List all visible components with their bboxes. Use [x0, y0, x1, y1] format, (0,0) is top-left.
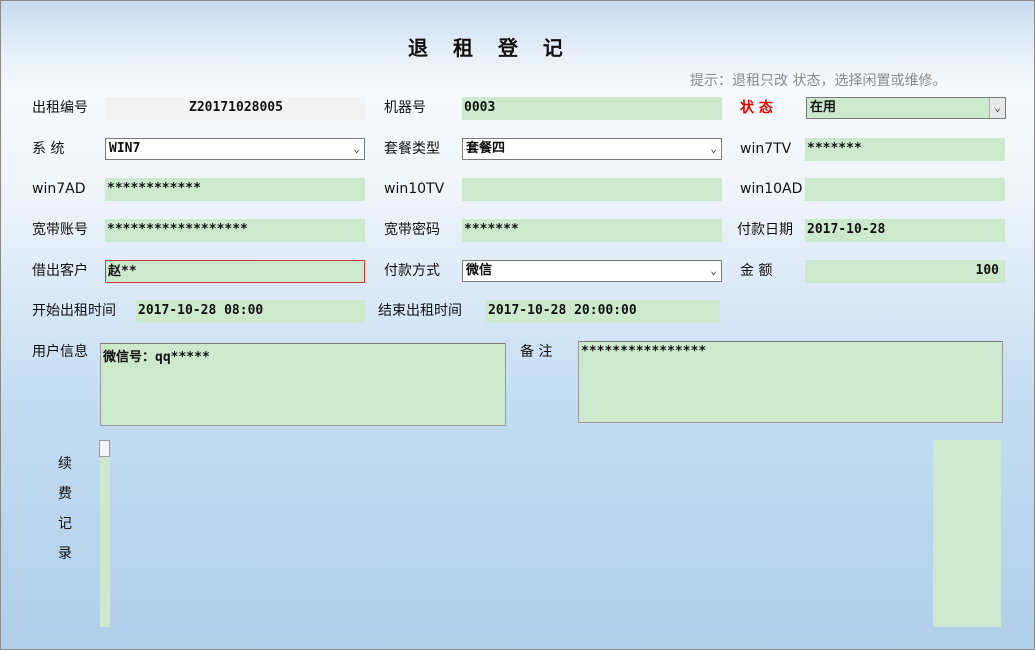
payment-method-label: 付款方式: [384, 263, 440, 279]
renewal-label-char: 记: [58, 516, 72, 532]
renewal-label: 续 费 记 录: [55, 449, 75, 569]
win7tv-label: win7TV: [740, 141, 792, 157]
renewal-label-char: 费: [58, 486, 72, 502]
machine-no-field[interactable]: 0003: [462, 97, 722, 120]
win7ad-label: win7AD: [32, 181, 86, 197]
remarks-label: 备 注: [520, 344, 553, 360]
customer-label: 借出客户: [32, 263, 88, 279]
renewal-label-char: 录: [58, 546, 72, 562]
system-value: WIN7: [109, 141, 141, 156]
payment-date-field[interactable]: 2017-10-28: [805, 219, 1005, 242]
broadband-password-label: 宽带密码: [384, 222, 440, 238]
broadband-password-field[interactable]: *******: [462, 219, 722, 242]
system-label: 系 统: [32, 141, 65, 157]
win10ad-field[interactable]: [805, 178, 1005, 201]
chevron-down-icon: ⌄: [353, 142, 360, 155]
renewal-label-char: 续: [58, 456, 72, 472]
machine-no-label: 机器号: [384, 100, 426, 116]
chevron-down-icon: ⌄: [710, 142, 717, 155]
amount-field[interactable]: 100: [805, 260, 1005, 283]
win7ad-field[interactable]: ************: [105, 178, 365, 201]
win10tv-field[interactable]: [462, 178, 722, 201]
customer-field[interactable]: 赵**: [105, 260, 365, 283]
payment-date-label: 付款日期: [737, 222, 793, 238]
amount-label: 金 额: [740, 263, 773, 279]
hint-text: 提示：退租只改 状态，选择闲置或维修。: [690, 73, 947, 89]
package-type-label: 套餐类型: [384, 141, 440, 157]
user-info-textarea[interactable]: 微信号：qq*****: [100, 343, 506, 426]
start-time-label: 开始出租时间: [32, 303, 116, 319]
rent-no-label: 出租编号: [32, 100, 88, 116]
chevron-down-icon[interactable]: ⌄: [989, 98, 1005, 118]
package-type-value: 套餐四: [466, 141, 506, 156]
win7tv-field[interactable]: *******: [805, 138, 1005, 161]
remarks-textarea[interactable]: ****************: [578, 341, 1003, 423]
start-time-field[interactable]: 2017-10-28 08:00: [136, 300, 365, 323]
end-time-field[interactable]: 2017-10-28 20:00:00: [486, 300, 720, 323]
renewal-scroll-handle[interactable]: [99, 440, 110, 457]
renewal-record-list[interactable]: [100, 440, 110, 627]
payment-method-select[interactable]: 微信 ⌄: [462, 260, 722, 282]
package-type-select[interactable]: 套餐四 ⌄: [462, 138, 722, 160]
renewal-side-panel: [933, 440, 1001, 627]
chevron-down-icon: ⌄: [710, 264, 717, 277]
page-title: 退 租 登 记: [408, 36, 572, 60]
payment-method-value: 微信: [466, 263, 493, 278]
win10tv-label: win10TV: [384, 181, 445, 197]
user-info-label: 用户信息: [32, 344, 88, 360]
rent-no-field[interactable]: Z20171028005: [105, 97, 365, 120]
status-value: 在用: [810, 100, 837, 115]
status-select[interactable]: 在用 ⌄: [806, 97, 1006, 119]
broadband-account-field[interactable]: ******************: [105, 219, 365, 242]
end-time-label: 结束出租时间: [378, 303, 462, 319]
system-select[interactable]: WIN7 ⌄: [105, 138, 365, 160]
broadband-account-label: 宽带账号: [32, 222, 88, 238]
win10ad-label: win10AD: [740, 181, 803, 197]
status-label: 状 态: [740, 100, 773, 116]
